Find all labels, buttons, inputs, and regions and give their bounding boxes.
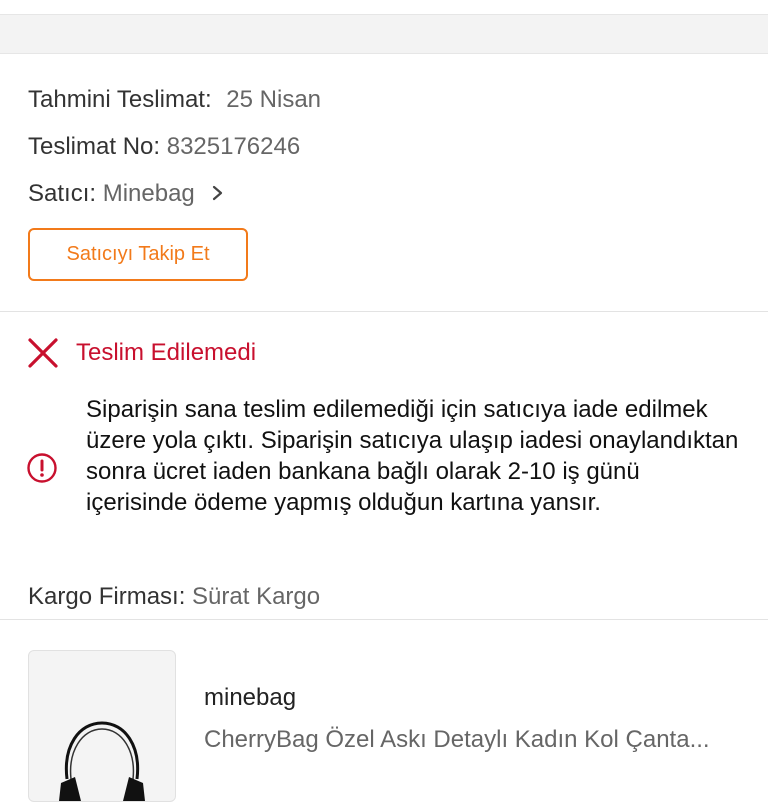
chevron-right-icon[interactable] [211,182,225,204]
status-title: Teslim Edilemedi [76,339,257,366]
cargo-company-label: Kargo Firması: [28,583,186,610]
section-divider [0,15,768,54]
product-image[interactable] [28,650,176,802]
delivery-info-section: Tahmini Teslimat: 25 Nisan Teslimat No: … [0,54,768,312]
delivery-number-row: Teslimat No: 8325176246 [28,133,300,161]
seller-value[interactable]: Minebag [103,180,195,207]
product-name[interactable]: CherryBag Özel Askı Detaylı Kadın Kol Ça… [204,726,744,754]
status-message: Siparişin sana teslim edilemediği için s… [86,396,739,516]
info-icon [27,453,57,483]
seller-row[interactable]: Satıcı: Minebag [28,180,195,208]
delivery-status-section: Teslim Edilemedi Siparişin sana teslim e… [0,312,768,618]
product-card[interactable]: minebag CherryBag Özel Askı Detaylı Kadı… [0,619,768,802]
bag-image [59,721,145,801]
delivery-number-label: Teslimat No: [28,133,161,160]
estimated-delivery-label: Tahmini Teslimat: [28,86,212,113]
previous-card-bottom [0,0,768,15]
estimated-delivery-value: 25 Nisan [226,86,322,113]
seller-label: Satıcı: [28,180,97,207]
close-icon [28,338,58,368]
store-name[interactable]: minebag [204,684,296,712]
cargo-company-value: Sürat Kargo [192,583,321,610]
estimated-delivery-row: Tahmini Teslimat: 25 Nisan [28,86,321,114]
cargo-company-row: Kargo Firması: Sürat Kargo [28,583,320,611]
follow-seller-button[interactable]: Satıcıyı Takip Et [28,228,248,281]
delivery-number-value: 8325176246 [166,133,301,160]
